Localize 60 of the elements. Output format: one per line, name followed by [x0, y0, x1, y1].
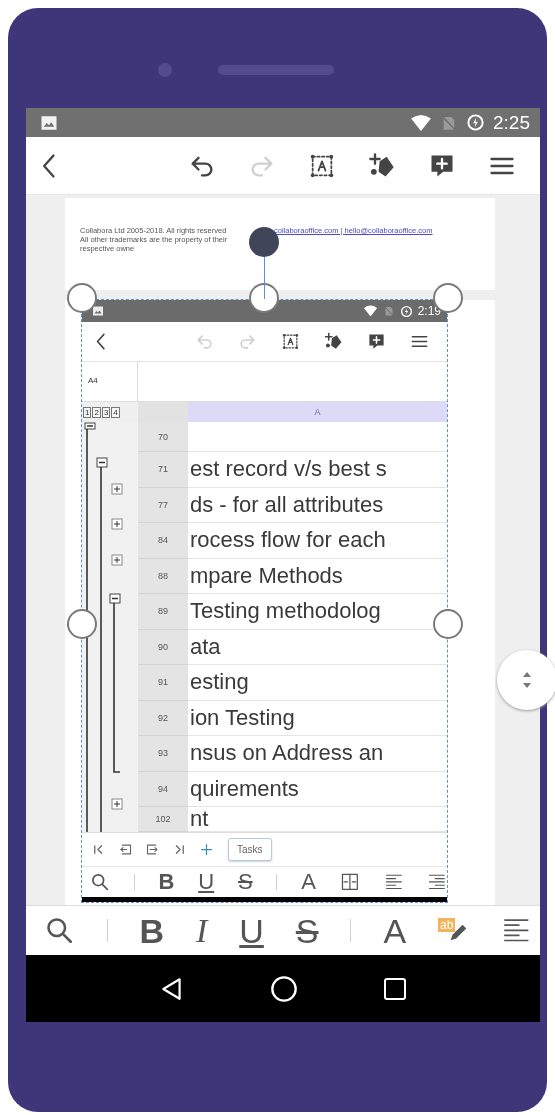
row-number: 77 — [138, 487, 188, 523]
table-cell: ds - for all attributes — [188, 487, 447, 523]
table-cell: esting — [188, 665, 447, 701]
row-number: 92 — [138, 700, 188, 736]
battery-saver-icon — [466, 113, 485, 132]
bold-button[interactable]: B — [158, 871, 175, 893]
table-cell: rocess flow for each — [188, 523, 447, 559]
sheet-tab: Tasks — [228, 838, 272, 861]
resize-handle[interactable] — [67, 609, 97, 639]
font-color-button[interactable]: A — [301, 871, 316, 893]
previous-sheet-icon — [118, 842, 133, 857]
table-cell: quirements — [188, 771, 447, 807]
wifi-icon — [362, 305, 378, 317]
strikethrough-button[interactable]: S — [237, 871, 253, 893]
bold-button[interactable]: B — [139, 913, 165, 948]
table-cell: est record v/s best s — [188, 452, 447, 488]
table-cell: mpare Methods — [188, 558, 447, 594]
row-number: 70 — [138, 422, 188, 452]
row-number: 94 — [138, 771, 188, 807]
row-number: 90 — [138, 629, 188, 665]
image-icon — [92, 305, 104, 317]
next-sheet-icon — [145, 842, 160, 857]
resize-handle[interactable] — [433, 609, 463, 639]
embedded-screenshot[interactable] — [82, 300, 447, 902]
image-icon — [40, 113, 58, 132]
font-color-button[interactable]: A — [383, 913, 407, 948]
outline-level-button: 2 — [92, 406, 101, 418]
plus-icon — [199, 842, 214, 857]
row-header-corner — [138, 402, 188, 422]
underline-button[interactable]: U — [198, 871, 215, 893]
row-number: 71 — [138, 452, 188, 488]
status-time: 2:25 — [493, 111, 530, 134]
align-right-icon[interactable] — [427, 872, 447, 892]
row-number: 88 — [138, 558, 188, 594]
wifi-icon — [410, 113, 432, 132]
rotation-line — [264, 257, 265, 299]
outline-level-button: 1 — [83, 406, 92, 418]
row-number: 93 — [138, 736, 188, 772]
table-cell: nsus on Address an — [188, 736, 447, 772]
column-header: A — [188, 402, 447, 422]
table-cell: nt — [188, 807, 447, 832]
table-cell: ion Testing — [188, 700, 447, 736]
row-number: 91 — [138, 665, 188, 701]
italic-button[interactable]: I — [196, 913, 208, 948]
row-number: 102 — [138, 807, 188, 832]
align-left-icon[interactable] — [383, 872, 404, 892]
search-icon[interactable] — [90, 872, 110, 892]
outline-level-button: 4 — [111, 406, 120, 418]
battery-saver-icon — [399, 304, 413, 318]
no-sim-icon — [382, 305, 395, 317]
search-icon[interactable] — [44, 915, 75, 946]
row-number: 89 — [138, 594, 188, 630]
recents-icon[interactable] — [383, 976, 408, 1001]
cell-reference-field: A4 — [82, 362, 138, 401]
outline-level-button: 3 — [101, 406, 111, 418]
underline-button[interactable]: U — [239, 913, 264, 948]
row-number: 84 — [138, 523, 188, 559]
home-icon[interactable] — [270, 974, 298, 1003]
strikethrough-button[interactable]: S — [295, 913, 319, 948]
merge-cells-icon[interactable] — [339, 872, 360, 892]
